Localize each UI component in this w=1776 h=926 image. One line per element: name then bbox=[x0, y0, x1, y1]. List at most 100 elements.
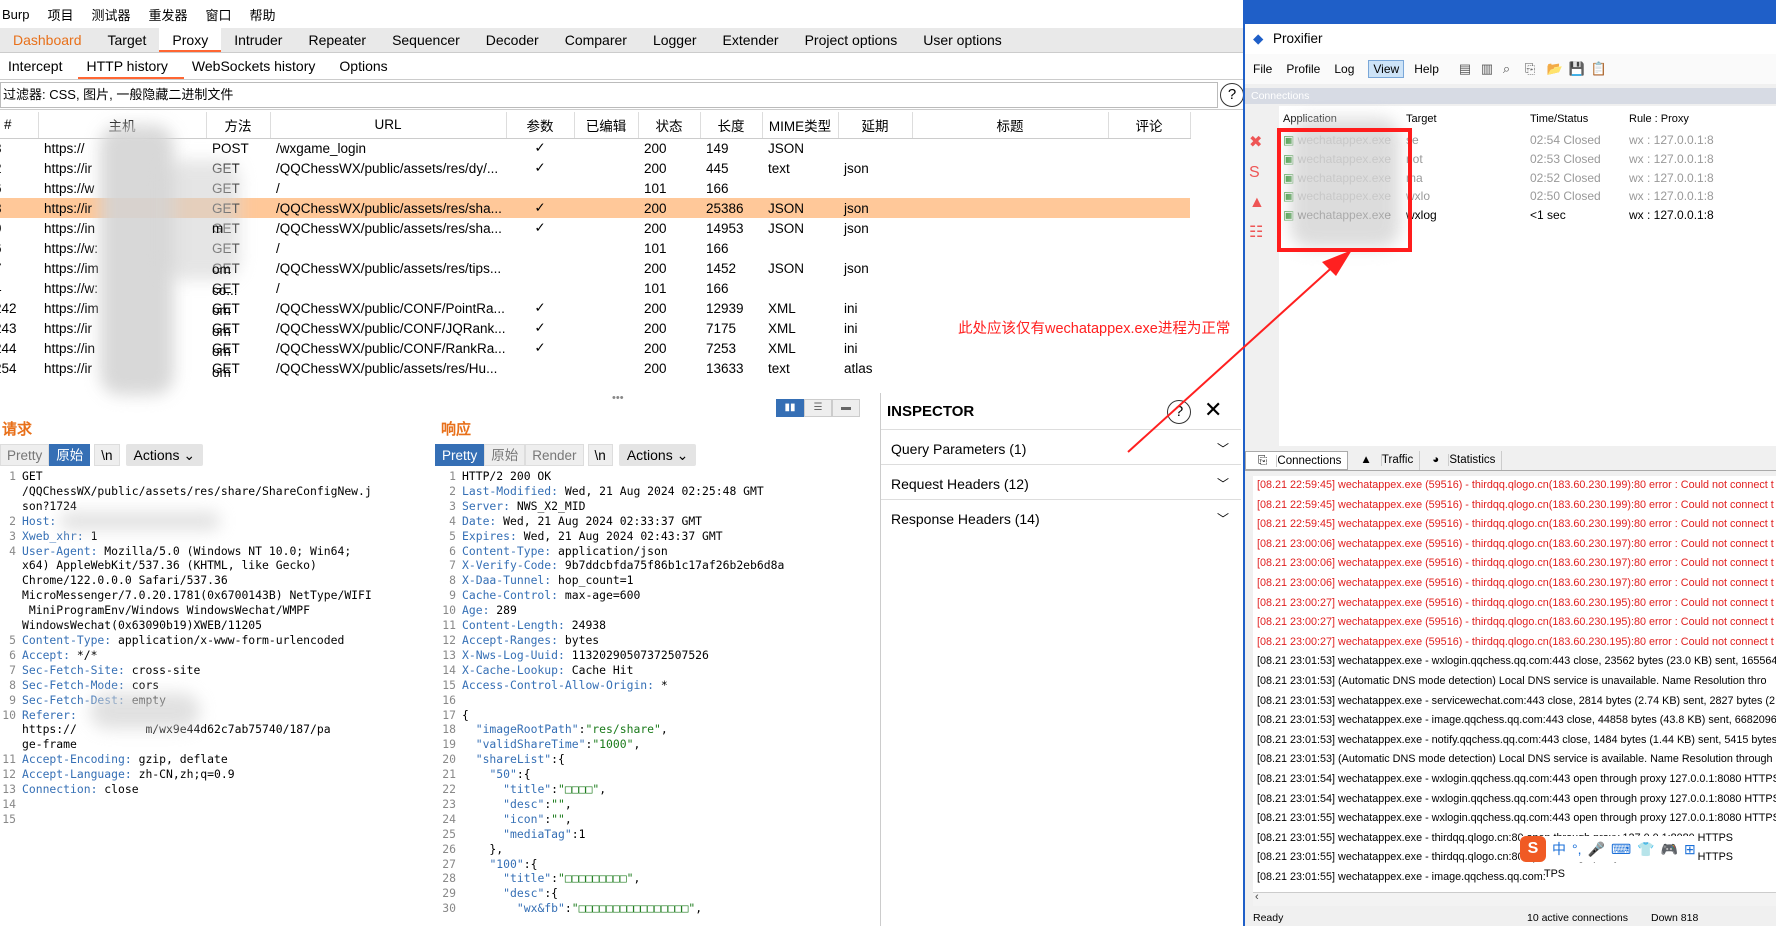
inspector-section[interactable]: Query Parameters (1) ﹀ bbox=[881, 429, 1241, 467]
menu-item-1[interactable]: 项目 bbox=[47, 5, 73, 24]
toolbar-icon[interactable]: 📋 bbox=[1591, 61, 1613, 77]
tab-logger[interactable]: Logger bbox=[640, 28, 710, 52]
px-menu-file[interactable]: File bbox=[1253, 62, 1272, 76]
view-button-1[interactable]: 原始 bbox=[49, 444, 91, 466]
line-number: 21 bbox=[442, 767, 456, 782]
view-button-2[interactable]: \n bbox=[94, 444, 120, 466]
tab-repeater[interactable]: Repeater bbox=[295, 28, 379, 52]
tab-comparer[interactable]: Comparer bbox=[552, 28, 640, 52]
ime-icon-7[interactable]: ⊞ bbox=[1684, 841, 1696, 858]
table-cell: 3 bbox=[0, 138, 38, 158]
column-header[interactable]: # bbox=[0, 112, 39, 139]
filter-input[interactable]: 过滤器: CSS, 图片, 一般隐藏二进制文件 bbox=[0, 82, 1218, 108]
table-row[interactable]: 4https://w:GET/101166 bbox=[0, 278, 1190, 298]
ime-icon-4[interactable]: ⌨ bbox=[1611, 841, 1631, 858]
column-header[interactable]: 标题 bbox=[912, 112, 1109, 139]
grid-column-header[interactable]: Rule : Proxy bbox=[1629, 110, 1689, 128]
request-editor[interactable]: 1 GET/QQChessWX/public/assets/res/share/S… bbox=[0, 469, 432, 926]
toolbar-icon[interactable]: ⎘ bbox=[1525, 61, 1547, 77]
tab-sequencer[interactable]: Sequencer bbox=[379, 28, 473, 52]
px-tab-connections[interactable]: ⎘ Connections bbox=[1245, 451, 1349, 470]
px-menu-view[interactable]: View bbox=[1368, 60, 1405, 78]
close-icon[interactable]: ✕ bbox=[1204, 397, 1222, 423]
split-layout-icon[interactable]: ▮▮ bbox=[776, 399, 804, 417]
ime-icon-3[interactable]: 🎤 bbox=[1588, 841, 1605, 858]
code-text: MiniProgramEnv/Windows WindowsWechat/WMP… bbox=[22, 603, 311, 618]
code-line: MicroMessenger/7.0.20.1781(0x6700143B) N… bbox=[0, 588, 432, 603]
column-header[interactable]: MIME类型 bbox=[762, 112, 839, 139]
horizontal-layout-icon[interactable]: ☰ bbox=[804, 399, 832, 417]
tab-decoder[interactable]: Decoder bbox=[473, 28, 552, 52]
column-header[interactable]: 长度 bbox=[700, 112, 763, 139]
inspector-title: INSPECTOR bbox=[887, 403, 975, 420]
subtab-options[interactable]: Options bbox=[331, 54, 403, 79]
view-button-0[interactable]: Pretty bbox=[435, 444, 485, 466]
inspector-section[interactable]: Request Headers (12) ﹀ bbox=[881, 464, 1241, 502]
column-header[interactable]: 延期 bbox=[838, 112, 913, 139]
table-cell: 200 bbox=[644, 320, 667, 336]
view-button-0[interactable]: Pretty bbox=[0, 444, 50, 466]
menu-item-3[interactable]: 重发器 bbox=[149, 5, 188, 24]
annotation-highlight-box bbox=[1277, 128, 1412, 252]
tab-proxy[interactable]: Proxy bbox=[159, 28, 222, 52]
tab-target[interactable]: Target bbox=[95, 28, 160, 52]
table-row[interactable]: 3https://POST/wxgame_login✓200149JSON bbox=[0, 138, 1190, 158]
px-menu-profile[interactable]: Profile bbox=[1286, 62, 1320, 76]
column-header[interactable]: 评论 bbox=[1108, 112, 1191, 139]
ime-icon-6[interactable]: 🎮 bbox=[1661, 841, 1678, 858]
menu-item-4[interactable]: 窗口 bbox=[206, 5, 232, 24]
column-header[interactable]: URL bbox=[270, 112, 507, 139]
toolbar-icon[interactable]: ▤ bbox=[1459, 61, 1481, 77]
view-button-2[interactable]: Render bbox=[525, 444, 584, 466]
subtab-websockets-history[interactable]: WebSockets history bbox=[184, 54, 331, 79]
table-row[interactable]: 254https://irGET/QQChessWX/public/assets… bbox=[0, 358, 1190, 378]
px-tab-statistics[interactable]: ◕ Statistics bbox=[1420, 451, 1503, 470]
tab-project-options[interactable]: Project options bbox=[792, 28, 911, 52]
scroll-left-icon[interactable]: ‹ bbox=[1255, 891, 1259, 903]
column-header[interactable]: 状态 bbox=[638, 112, 701, 139]
tab-intruder[interactable]: Intruder bbox=[221, 28, 295, 52]
menu-item-0[interactable]: Burp bbox=[2, 7, 29, 22]
toolbar-icon[interactable]: ▥ bbox=[1481, 61, 1503, 77]
log-line: [08.21 23:01:53] wechatappex.exe - wxlog… bbox=[1257, 655, 1776, 668]
column-header[interactable]: 方法 bbox=[206, 112, 271, 139]
inspector-section[interactable]: Response Headers (14) ﹀ bbox=[881, 499, 1241, 537]
menu-item-5[interactable]: 帮助 bbox=[250, 5, 276, 24]
burp-main-tabs: Dashboard Target Proxy Intruder Repeater Sequ… bbox=[0, 28, 1250, 53]
tab-extender[interactable]: Extender bbox=[710, 28, 792, 52]
help-icon[interactable]: ? bbox=[1167, 400, 1191, 424]
actions-button[interactable]: Actions ⌄ bbox=[618, 444, 697, 466]
toolbar-icon[interactable]: 💾 bbox=[1569, 61, 1591, 77]
px-menu-log[interactable]: Log bbox=[1334, 62, 1354, 76]
subtab-http-history[interactable]: HTTP history bbox=[78, 54, 184, 79]
horizontal-scrollbar[interactable]: ‹ bbox=[1253, 891, 1776, 906]
tab-dashboard[interactable]: Dashboard bbox=[0, 28, 95, 52]
grid-column-header[interactable]: Target bbox=[1406, 110, 1437, 128]
grid-column-header[interactable]: Time/Status bbox=[1530, 110, 1588, 128]
single-layout-icon[interactable]: ▬ bbox=[832, 399, 860, 417]
tab-user-options[interactable]: User options bbox=[910, 28, 1015, 52]
table-row[interactable]: 244https://inGET/QQChessWX/public/CONF/R… bbox=[0, 338, 1190, 358]
toolbar-icon[interactable]: 📂 bbox=[1547, 61, 1569, 77]
menu-item-2[interactable]: 测试器 bbox=[91, 5, 130, 24]
table-row[interactable]: 242https://imGET/QQChessWX/public/CONF/P… bbox=[0, 298, 1190, 318]
view-button-1[interactable]: 原始 bbox=[484, 444, 526, 466]
px-menu-help[interactable]: Help bbox=[1414, 62, 1439, 76]
response-editor[interactable]: 1 HTTP/2 200 OK 2 Last-Modified: Wed, 21 Au… bbox=[440, 469, 876, 926]
ime-icon-5[interactable]: 👕 bbox=[1637, 841, 1654, 858]
ime-icon-2[interactable]: °, bbox=[1572, 841, 1582, 857]
header-value: NWS_X2_MID bbox=[510, 498, 586, 513]
help-icon[interactable]: ? bbox=[1220, 83, 1244, 107]
table-cell: 9 bbox=[0, 218, 38, 238]
column-header[interactable]: 参数 bbox=[506, 112, 575, 139]
subtab-intercept[interactable]: Intercept bbox=[0, 54, 78, 79]
actions-button[interactable]: Actions ⌄ bbox=[125, 444, 204, 466]
splitter-handle[interactable]: ••• bbox=[612, 392, 624, 404]
proxifier-log[interactable]: [08.21 22:59:45] wechatappex.exe (59516)… bbox=[1253, 476, 1776, 901]
toolbar-icon[interactable]: ⌕ bbox=[1503, 61, 1525, 77]
ime-icon-0[interactable]: S bbox=[1520, 836, 1546, 862]
view-button-3[interactable]: \n bbox=[587, 444, 613, 466]
column-header[interactable]: 已编辑 bbox=[574, 112, 639, 139]
ime-icon-1[interactable]: 中 bbox=[1552, 839, 1566, 859]
px-tab-traffic[interactable]: ▲ Traffic bbox=[1348, 451, 1421, 470]
